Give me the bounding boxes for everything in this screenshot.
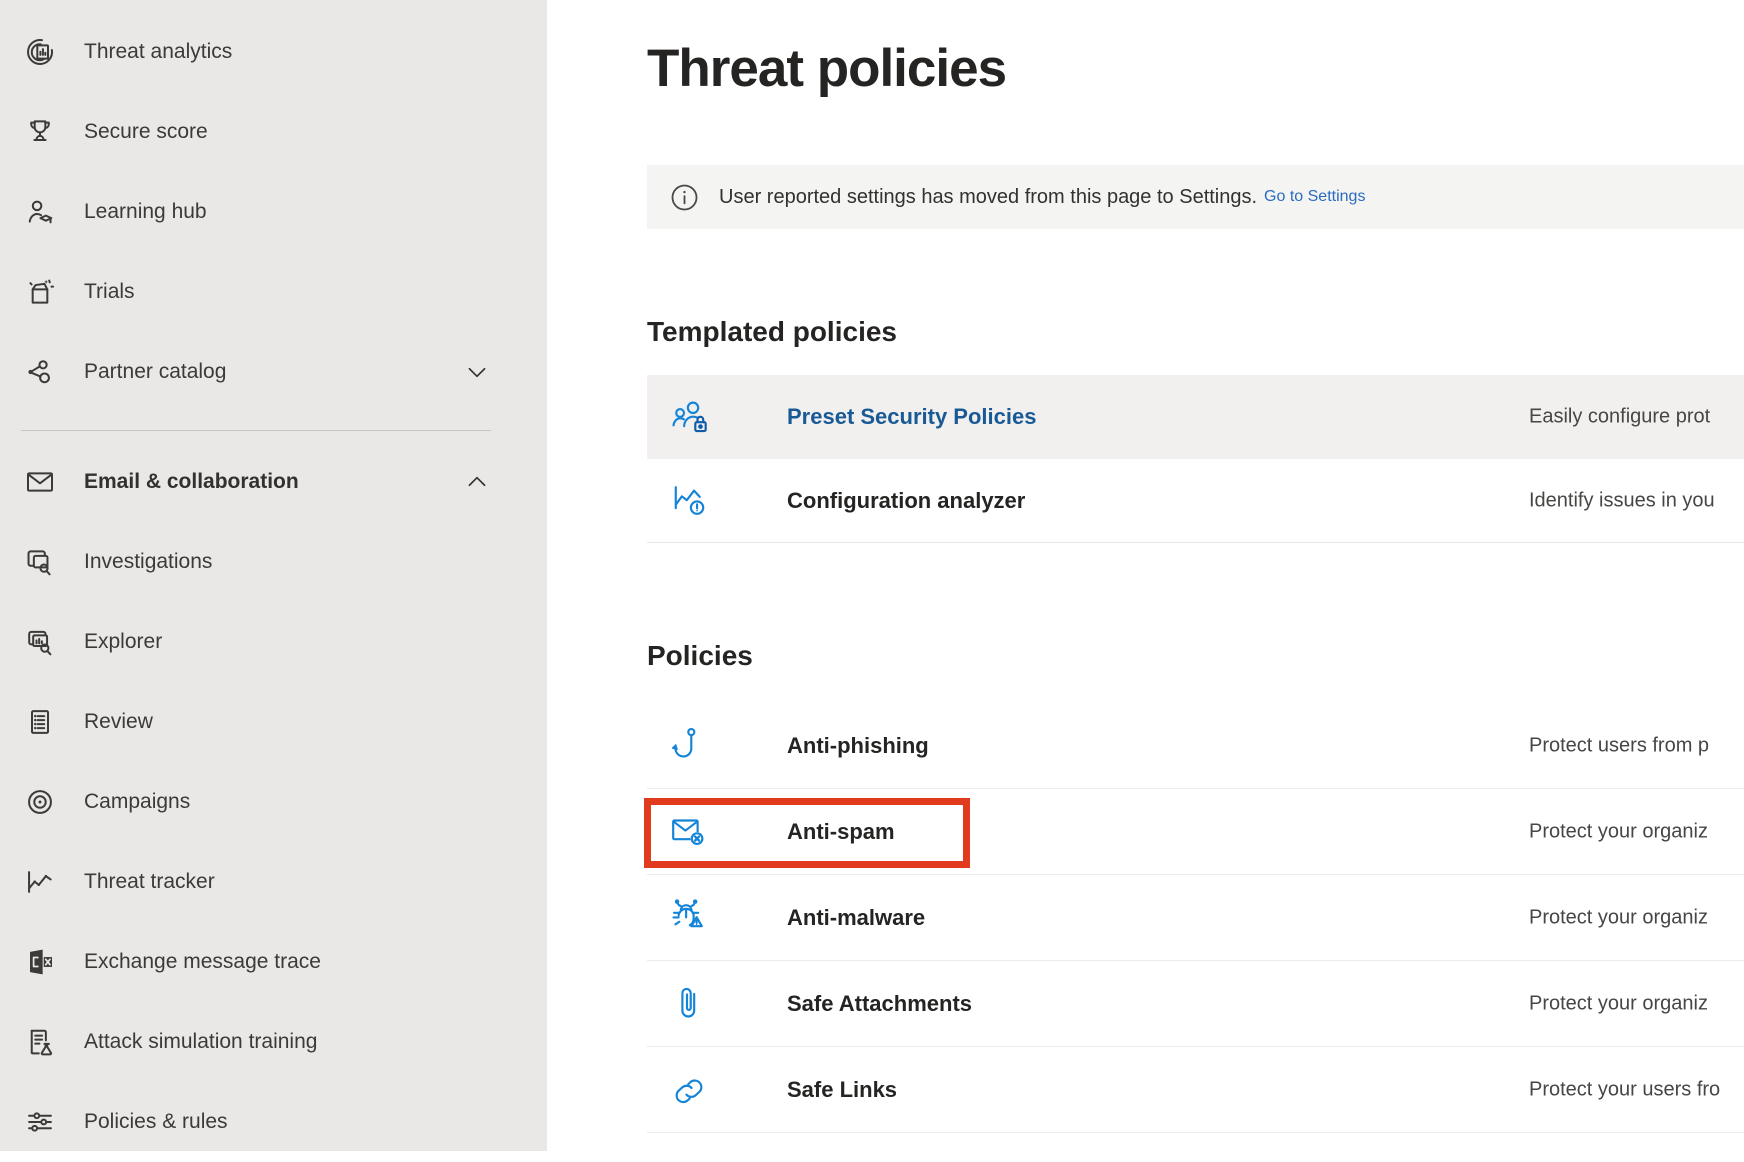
- secure-score-icon: [24, 116, 56, 148]
- main-content: Threat policies User reported settings h…: [547, 0, 1744, 1151]
- policy-row-safe-links[interactable]: Safe Links Protect your users fro: [647, 1047, 1744, 1133]
- sidebar-item-label: Partner catalog: [84, 360, 226, 384]
- safe-links-icon: [666, 1067, 712, 1113]
- chevron-down-icon[interactable]: [464, 359, 490, 385]
- sidebar-item-attack-simulation-training[interactable]: Attack simulation training: [0, 1002, 547, 1082]
- policy-description: Protect your organiz: [1529, 992, 1708, 1015]
- anti-spam-icon: [666, 809, 712, 855]
- policy-row-preset-security-policies[interactable]: Preset Security Policies Easily configur…: [647, 375, 1744, 459]
- exchange-icon: [24, 946, 56, 978]
- email-icon: [24, 466, 56, 498]
- learning-hub-icon: [24, 196, 56, 228]
- policy-label[interactable]: Configuration analyzer: [787, 488, 1025, 514]
- policy-row-anti-spam[interactable]: Anti-spam Protect your organiz: [647, 789, 1744, 875]
- policies-section: Policies Anti-phishing Protect users fro…: [647, 639, 1744, 1133]
- templated-policies-section: Templated policies Preset Security Polic…: [647, 315, 1744, 543]
- sidebar-item-trials[interactable]: Trials: [0, 252, 547, 332]
- sidebar-item-label: Campaigns: [84, 790, 190, 814]
- anti-malware-icon: [666, 895, 712, 941]
- sidebar-item-label: Attack simulation training: [84, 1030, 317, 1054]
- sidebar-item-label: Investigations: [84, 550, 212, 574]
- sidebar-item-threat-tracker[interactable]: Threat tracker: [0, 842, 547, 922]
- policy-label[interactable]: Safe Links: [787, 1077, 897, 1103]
- policy-label[interactable]: Preset Security Policies: [787, 404, 1036, 430]
- policy-label[interactable]: Anti-malware: [787, 905, 925, 931]
- policy-description: Protect your users fro: [1529, 1078, 1720, 1101]
- attack-simulation-icon: [24, 1026, 56, 1058]
- sidebar-item-explorer[interactable]: Explorer: [0, 602, 547, 682]
- sidebar-item-campaigns[interactable]: Campaigns: [0, 762, 547, 842]
- policy-description: Protect users from p: [1529, 734, 1709, 757]
- sidebar-item-review[interactable]: Review: [0, 682, 547, 762]
- sidebar-divider: [21, 430, 491, 431]
- explorer-icon: [24, 626, 56, 658]
- sidebar-item-label: Review: [84, 710, 153, 734]
- policy-row-anti-malware[interactable]: Anti-malware Protect your organiz: [647, 875, 1744, 961]
- policy-description: Protect your organiz: [1529, 906, 1708, 929]
- policy-description: Easily configure prot: [1529, 406, 1710, 429]
- sidebar-item-label: Email & collaboration: [84, 470, 299, 494]
- configuration-analyzer-icon: [666, 478, 712, 524]
- investigations-icon: [24, 546, 56, 578]
- sidebar-item-secure-score[interactable]: Secure score: [0, 92, 547, 172]
- section-heading: Templated policies: [647, 315, 1744, 349]
- page-title: Threat policies: [647, 36, 1744, 102]
- sidebar-item-investigations[interactable]: Investigations: [0, 522, 547, 602]
- preset-security-policies-icon: [666, 394, 712, 440]
- sidebar-item-label: Threat analytics: [84, 40, 232, 64]
- go-to-settings-link[interactable]: Go to Settings: [1264, 188, 1365, 206]
- section-heading: Policies: [647, 639, 1744, 673]
- chevron-up-icon[interactable]: [464, 469, 490, 495]
- policy-row-configuration-analyzer[interactable]: Configuration analyzer Identify issues i…: [647, 459, 1744, 543]
- threat-analytics-icon: [24, 36, 56, 68]
- sidebar-item-learning-hub[interactable]: Learning hub: [0, 172, 547, 252]
- info-icon: [669, 182, 700, 213]
- anti-phishing-icon: [666, 723, 712, 769]
- policy-label[interactable]: Safe Attachments: [787, 991, 972, 1017]
- sidebar-item-policies-rules[interactable]: Policies & rules: [0, 1082, 547, 1162]
- sidebar-item-threat-analytics[interactable]: Threat analytics: [0, 12, 547, 92]
- policy-label[interactable]: Anti-spam: [787, 819, 895, 845]
- left-navigation-sidebar: Threat analytics Secure score Learning h…: [0, 0, 547, 1151]
- threat-tracker-icon: [24, 866, 56, 898]
- sidebar-item-label: Exchange message trace: [84, 950, 321, 974]
- sidebar-item-label: Trials: [84, 280, 135, 304]
- policy-row-anti-phishing[interactable]: Anti-phishing Protect users from p: [647, 703, 1744, 789]
- sidebar-item-label: Learning hub: [84, 200, 207, 224]
- sidebar-item-exchange-message-trace[interactable]: Exchange message trace: [0, 922, 547, 1002]
- policy-label[interactable]: Anti-phishing: [787, 733, 929, 759]
- sidebar-item-label: Threat tracker: [84, 870, 215, 894]
- review-icon: [24, 706, 56, 738]
- policy-description: Protect your organiz: [1529, 820, 1708, 843]
- policy-description: Identify issues in you: [1529, 489, 1715, 512]
- sidebar-item-email-collaboration[interactable]: Email & collaboration: [0, 442, 547, 522]
- sidebar-item-partner-catalog[interactable]: Partner catalog: [0, 332, 547, 412]
- trials-icon: [24, 276, 56, 308]
- sidebar-item-label: Policies & rules: [84, 1110, 228, 1134]
- campaigns-icon: [24, 786, 56, 818]
- sidebar-item-label: Explorer: [84, 630, 162, 654]
- safe-attachments-icon: [666, 981, 712, 1027]
- policies-rules-icon: [24, 1106, 56, 1138]
- partner-catalog-icon: [24, 356, 56, 388]
- sidebar-item-label: Secure score: [84, 120, 208, 144]
- banner-message: User reported settings has moved from th…: [719, 186, 1257, 209]
- policy-row-safe-attachments[interactable]: Safe Attachments Protect your organiz: [647, 961, 1744, 1047]
- info-banner: User reported settings has moved from th…: [647, 165, 1744, 229]
